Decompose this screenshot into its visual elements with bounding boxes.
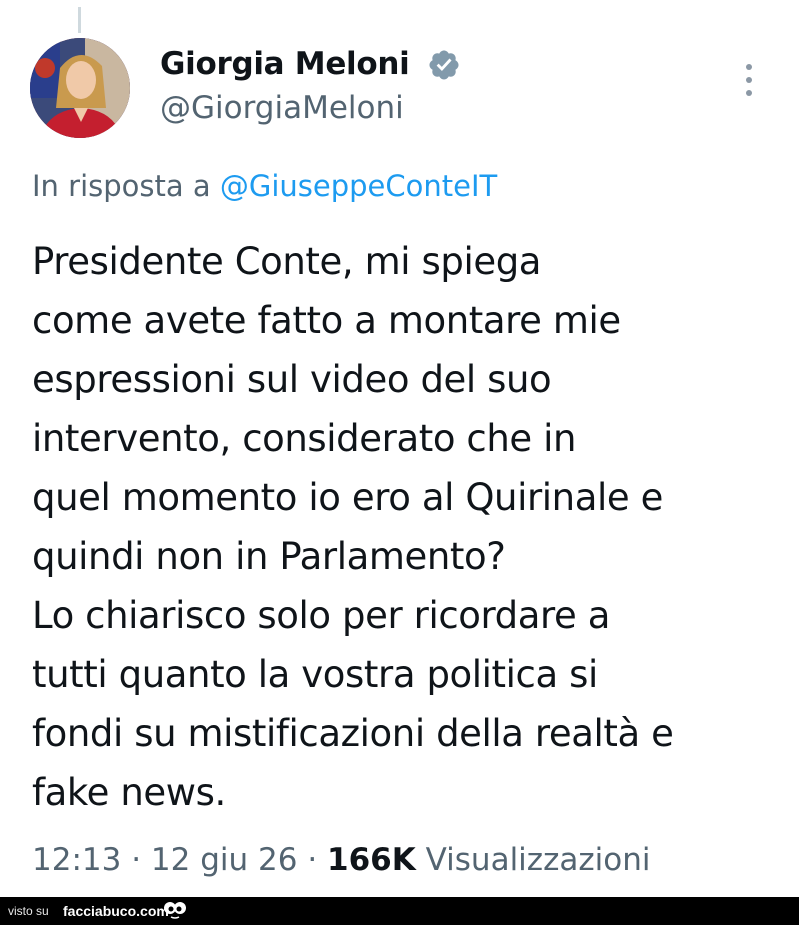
views-count[interactable]: 166K bbox=[327, 842, 416, 878]
reply-prefix: In risposta a bbox=[32, 169, 211, 203]
tweet-metadata: 12:13 · 12 giu 26 · 166K Visualizzazioni bbox=[32, 838, 650, 882]
footer-eyes-logo-icon bbox=[164, 902, 186, 919]
avatar[interactable] bbox=[30, 38, 130, 138]
verified-badge-icon bbox=[429, 50, 459, 80]
avatar-portrait-image bbox=[30, 38, 130, 138]
meta-separator: · bbox=[307, 842, 318, 878]
footer-site-name: facciabuco.com bbox=[63, 903, 169, 919]
reply-mention-link[interactable]: @GiuseppeConteIT bbox=[220, 169, 497, 203]
meta-separator: · bbox=[131, 842, 142, 878]
footer-seen-on: visto su bbox=[8, 904, 49, 918]
tweet-date[interactable]: 12 giu 26 bbox=[151, 842, 298, 878]
tweet-body-text: Presidente Conte, mi spiega come avete f… bbox=[32, 240, 674, 814]
reply-context: In risposta a @GiuseppeConteIT bbox=[32, 166, 497, 206]
more-options-icon[interactable] bbox=[734, 60, 764, 100]
author-handle[interactable]: @GiorgiaMeloni bbox=[160, 88, 404, 128]
thread-connector-line bbox=[78, 7, 81, 33]
author-display-name[interactable]: Giorgia Meloni bbox=[160, 44, 410, 84]
watermark-footer: visto su facciabuco.com bbox=[0, 897, 799, 925]
views-label[interactable]: Visualizzazioni bbox=[426, 842, 651, 878]
tweet-time[interactable]: 12:13 bbox=[32, 842, 121, 878]
